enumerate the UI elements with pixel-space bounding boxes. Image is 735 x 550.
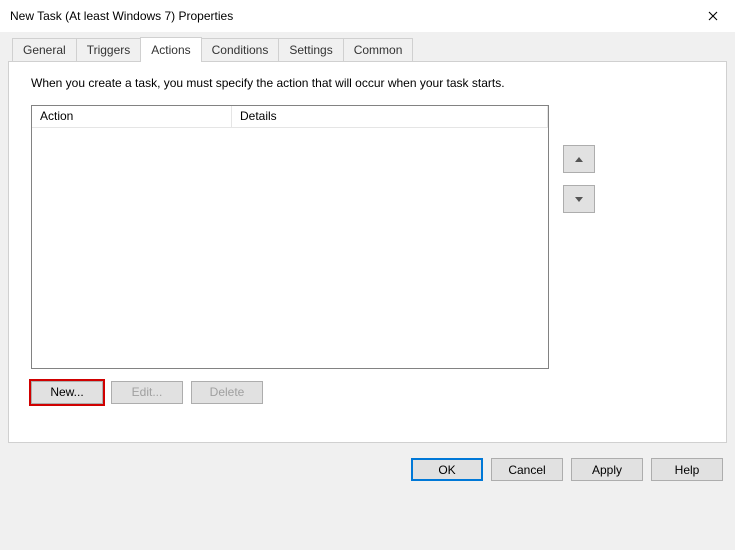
dialog-body: General Triggers Actions Conditions Sett…	[0, 32, 735, 550]
column-header-details[interactable]: Details	[232, 106, 548, 128]
listview-body[interactable]	[32, 128, 548, 368]
tab-panel-actions: When you create a task, you must specify…	[8, 61, 727, 443]
tab-triggers[interactable]: Triggers	[76, 38, 142, 61]
tab-common[interactable]: Common	[343, 38, 414, 61]
dialog-button-row: OK Cancel Apply Help	[8, 443, 727, 481]
listview-area: Action Details	[31, 105, 704, 369]
tab-general[interactable]: General	[12, 38, 77, 61]
new-button[interactable]: New...	[31, 381, 103, 404]
tab-strip: General Triggers Actions Conditions Sett…	[8, 37, 727, 61]
delete-button[interactable]: Delete	[191, 381, 263, 404]
tab-conditions[interactable]: Conditions	[201, 38, 280, 61]
action-button-row: New... Edit... Delete	[31, 381, 704, 404]
close-button[interactable]	[690, 1, 735, 31]
arrow-down-icon	[575, 197, 583, 202]
move-up-button[interactable]	[563, 145, 595, 173]
tab-settings[interactable]: Settings	[278, 38, 343, 61]
arrow-up-icon	[575, 157, 583, 162]
ok-button[interactable]: OK	[411, 458, 483, 481]
listview-header: Action Details	[32, 106, 548, 128]
move-down-button[interactable]	[563, 185, 595, 213]
actions-listview[interactable]: Action Details	[31, 105, 549, 369]
edit-button[interactable]: Edit...	[111, 381, 183, 404]
window-title: New Task (At least Windows 7) Properties	[10, 9, 233, 23]
apply-button[interactable]: Apply	[571, 458, 643, 481]
tab-actions[interactable]: Actions	[140, 37, 201, 62]
cancel-button[interactable]: Cancel	[491, 458, 563, 481]
help-button[interactable]: Help	[651, 458, 723, 481]
column-header-action[interactable]: Action	[32, 106, 232, 128]
reorder-buttons	[557, 105, 595, 369]
title-bar: New Task (At least Windows 7) Properties	[0, 0, 735, 32]
close-icon	[708, 11, 718, 21]
panel-description: When you create a task, you must specify…	[31, 76, 704, 90]
